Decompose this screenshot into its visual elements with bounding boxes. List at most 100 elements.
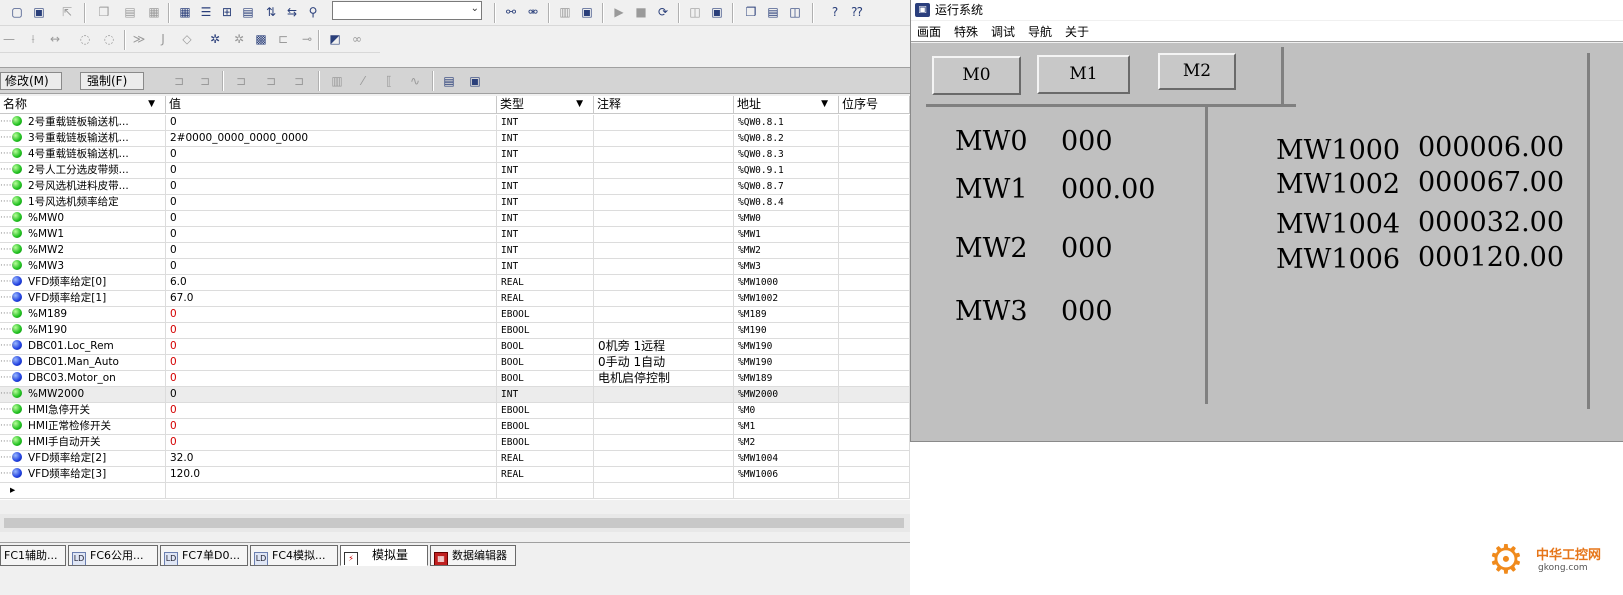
cell-name[interactable]: ····· 4号重载链板输送机... <box>0 147 166 163</box>
table-row[interactable]: ····· 4号重载链板输送机... 0 INT %QW0.8.3 <box>0 147 910 163</box>
jl-icon[interactable]: J <box>154 30 172 48</box>
table-row[interactable]: ····· %MW3 0 INT %MW3 <box>0 259 910 275</box>
bracket-icon[interactable]: ⟦ <box>380 72 398 90</box>
document-icon[interactable]: ▤ <box>239 3 257 21</box>
plc-icon[interactable]: ▣ <box>578 3 596 21</box>
bookmark-icon[interactable]: ◩ <box>326 30 344 48</box>
cell-name[interactable]: ····· DBC03.Motor_on <box>0 371 166 387</box>
reset-icon[interactable]: ⊐ <box>262 72 280 90</box>
table-row[interactable]: ····· %M190 0 EBOOL %M190 <box>0 323 910 339</box>
horizontal-scrollbar[interactable] <box>0 514 910 532</box>
table-row[interactable]: ····· DBC01.Loc_Rem 0 BOOL 0机旁 1远程 %MW190 <box>0 339 910 355</box>
cell-name[interactable]: ····· 3号重载链板输送机... <box>0 131 166 147</box>
cell-name[interactable]: ····· HMI急停开关 <box>0 403 166 419</box>
properties-icon[interactable]: ▣ <box>466 72 484 90</box>
sort-down-icon[interactable]: ▼ <box>148 96 155 113</box>
disconnect-icon[interactable]: ⚮ <box>524 3 542 21</box>
context-help-icon[interactable]: ⁇ <box>848 3 866 21</box>
cell-name[interactable]: ····· %MW0 <box>0 211 166 227</box>
cell-name[interactable]: ····· %M189 <box>0 307 166 323</box>
variable-icon[interactable]: ▩ <box>252 30 270 48</box>
coil-icon[interactable]: ◇ <box>178 30 196 48</box>
new-entry-row[interactable]: ▸ <box>0 483 910 499</box>
cell-name[interactable]: ····· DBC01.Man_Auto <box>0 355 166 371</box>
cell-value[interactable]: 0 <box>166 259 497 275</box>
folder-icon[interactable]: ▤ <box>121 3 139 21</box>
build-icon[interactable]: ▥ <box>556 3 574 21</box>
animation-monitor-icon[interactable]: ▣ <box>708 3 726 21</box>
cell-value[interactable]: 0 <box>166 419 497 435</box>
menu-screen[interactable]: 画面 <box>917 23 941 40</box>
table-row[interactable]: ····· %M189 0 EBOOL %M189 <box>0 307 910 323</box>
column-header-bit-index[interactable]: 位序号 <box>839 96 910 114</box>
set-icon[interactable]: ⊐ <box>232 72 250 90</box>
open-icon[interactable]: ◌ <box>76 30 94 48</box>
cell-name[interactable]: ····· 1号风选机频率给定 <box>0 195 166 211</box>
cell-value[interactable]: 0 <box>166 163 497 179</box>
table-row[interactable]: ····· 2号风选机进料皮带... 0 INT %QW0.8.7 <box>0 179 910 195</box>
cell-value[interactable]: 0 <box>166 387 497 403</box>
connect-icon[interactable]: ⚯ <box>502 3 520 21</box>
comp-icon[interactable]: ◌ <box>100 30 118 48</box>
table-row[interactable]: ····· HMI急停开关 0 EBOOL %M0 <box>0 403 910 419</box>
cascade-icon[interactable]: ❐ <box>742 3 760 21</box>
table-row[interactable]: ····· %MW0 0 INT %MW0 <box>0 211 910 227</box>
cell-name[interactable]: ····· 2号重载链板输送机... <box>0 115 166 131</box>
sort-down-icon[interactable]: ▼ <box>576 96 583 113</box>
cell-value[interactable]: 0 <box>166 435 497 451</box>
jump-icon[interactable]: ≫ <box>130 30 148 48</box>
cell-name[interactable]: ····· HMI手自动开关 <box>0 435 166 451</box>
line-icon[interactable]: — <box>0 30 18 48</box>
table-row[interactable]: ····· 1号风选机频率给定 0 INT %QW0.8.4 <box>0 195 910 211</box>
cell-value[interactable]: 0 <box>166 243 497 259</box>
column-header-address[interactable]: 地址 ▼ <box>734 96 839 114</box>
cell-value[interactable]: 120.0 <box>166 467 497 483</box>
cell-value[interactable]: 0 <box>166 339 497 355</box>
cell-name[interactable]: ····· VFD频率给定[0] <box>0 275 166 291</box>
cell-value[interactable]: 6.0 <box>166 275 497 291</box>
sort-down-icon[interactable]: ▼ <box>821 96 828 113</box>
column-header-type[interactable]: 类型 ▼ <box>497 96 594 114</box>
tab-fc6[interactable]: LD FC6公用... <box>68 545 158 566</box>
column-header-name[interactable]: 名称 ▼ <box>0 96 166 114</box>
cell-name[interactable]: ····· %MW3 <box>0 259 166 275</box>
m1-button[interactable]: M1 <box>1037 55 1130 94</box>
cell-value[interactable]: 0 <box>166 307 497 323</box>
table-row[interactable]: ····· VFD频率给定[3] 120.0 REAL %MW1006 <box>0 467 910 483</box>
m2-button[interactable]: M2 <box>1158 53 1236 90</box>
column-icon[interactable]: ▥ <box>328 72 346 90</box>
cell-value[interactable]: 0 <box>166 403 497 419</box>
force-on-icon[interactable]: ⊐ <box>170 72 188 90</box>
cell-name[interactable]: ····· HMI正常检修开关 <box>0 419 166 435</box>
block-icon[interactable]: ▦ <box>145 3 163 21</box>
runtime-title-bar[interactable]: ▣ 运行系统 <box>911 0 1623 20</box>
glasses-icon[interactable]: ∞ <box>348 30 366 48</box>
tile-vertical-icon[interactable]: ◫ <box>786 3 804 21</box>
wave-icon[interactable]: ∿ <box>406 72 424 90</box>
chevron-down-icon[interactable]: ⌄ <box>471 3 479 14</box>
cell-name[interactable]: ····· %M190 <box>0 323 166 339</box>
cell-value[interactable]: 0 <box>166 195 497 211</box>
force-off-icon[interactable]: ⊐ <box>196 72 214 90</box>
calculator-icon[interactable]: ▦ <box>176 3 194 21</box>
cell-value[interactable]: 0 <box>166 179 497 195</box>
stop-icon[interactable]: ■ <box>632 3 650 21</box>
cell-value[interactable]: 0 <box>166 227 497 243</box>
cell-name[interactable]: ····· VFD频率给定[1] <box>0 291 166 307</box>
help-icon[interactable]: ? <box>826 3 844 21</box>
menu-debug[interactable]: 调试 <box>991 23 1015 40</box>
tab-fc1[interactable]: FC1辅助... <box>0 545 66 566</box>
cell-name[interactable]: ····· VFD频率给定[2] <box>0 451 166 467</box>
cell-name[interactable]: ▸ <box>0 483 166 499</box>
scrollbar-thumb[interactable] <box>4 518 904 528</box>
list-icon[interactable]: ☰ <box>197 3 215 21</box>
transfer-icon[interactable]: ⇆ <box>283 3 301 21</box>
slash-icon[interactable]: ⁄ <box>354 72 372 90</box>
cell-name[interactable]: ····· 2号人工分选皮带频... <box>0 163 166 179</box>
table-row[interactable]: ····· DBC01.Man_Auto 0 BOOL 0手动 1自动 %MW190 <box>0 355 910 371</box>
m0-button[interactable]: M0 <box>932 56 1021 95</box>
cell-value[interactable] <box>166 483 497 499</box>
cell-name[interactable]: ····· %MW1 <box>0 227 166 243</box>
arrow-icon[interactable]: ↔ <box>46 30 64 48</box>
search-combo[interactable]: ⌄ <box>332 1 482 20</box>
